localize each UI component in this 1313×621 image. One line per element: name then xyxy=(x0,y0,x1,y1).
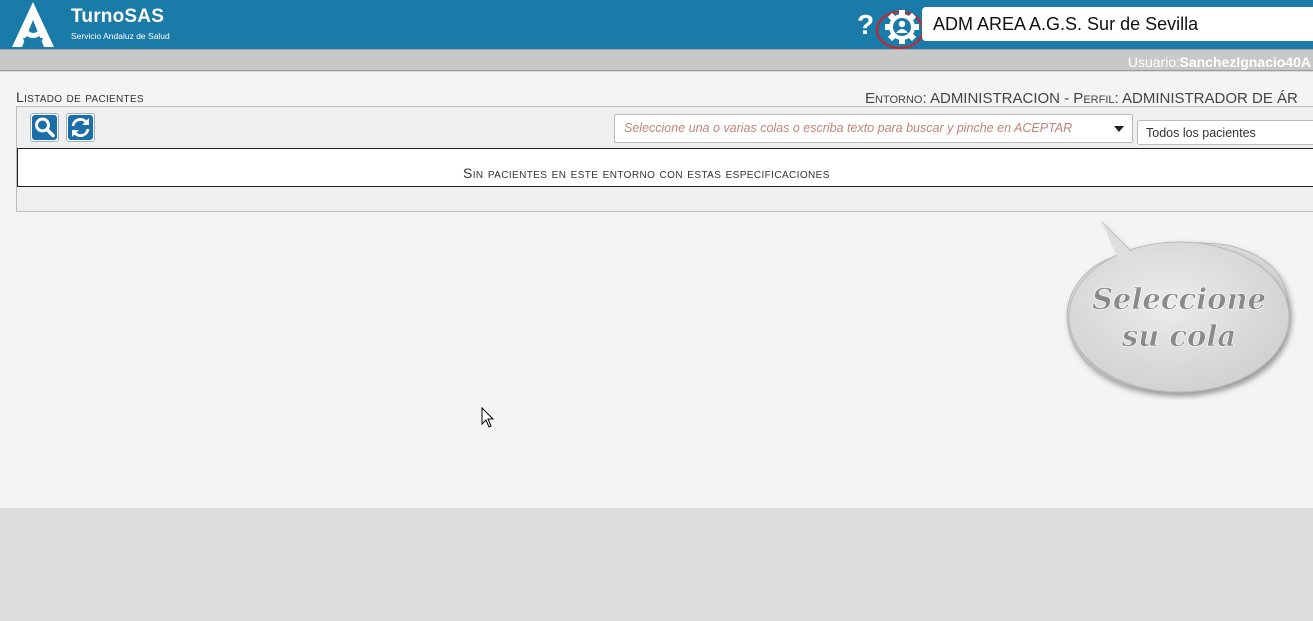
app-header: TurnoSAS Servicio Andaluz de Salud ? ADM… xyxy=(0,0,1313,49)
empty-table-message: Sin pacientes en este entorno con estas … xyxy=(463,165,830,181)
tooltip-line-1: Seleccione xyxy=(1092,282,1266,316)
refresh-icon xyxy=(68,115,93,140)
tooltip-line-2: su cola xyxy=(1121,319,1236,353)
chevron-down-icon xyxy=(1114,126,1124,132)
search-icon xyxy=(32,115,57,140)
app-title: TurnoSAS xyxy=(71,6,165,27)
patient-filter-select[interactable]: Todos los pacientes xyxy=(1137,120,1313,145)
user-label: Usuario: xyxy=(1127,54,1180,70)
user-settings-icon xyxy=(876,10,924,49)
app-subtitle: Servicio Andaluz de Salud xyxy=(71,31,170,41)
select-queue-tooltip: Seleccione su cola xyxy=(1066,221,1290,393)
refresh-button[interactable] xyxy=(66,113,95,142)
help-icon[interactable]: ? xyxy=(857,10,874,40)
mouse-cursor-icon xyxy=(481,407,495,428)
page-title: Listado de pacientes xyxy=(16,89,144,105)
user-settings-button[interactable] xyxy=(874,8,924,50)
queue-select-placeholder: Seleccione una o varias colas o escriba … xyxy=(624,121,1073,135)
username: SanchezIgnacio40A xyxy=(1179,54,1312,70)
queue-select[interactable]: Seleccione una o varias colas o escriba … xyxy=(614,114,1133,143)
patient-list-panel: Seleccione una o varias colas o escriba … xyxy=(16,106,1313,212)
main-content: Listado de pacientes Entorno: ADMINISTRA… xyxy=(0,72,1313,508)
area-selector[interactable]: ADM AREA A.G.S. Sur de Sevilla xyxy=(922,7,1313,41)
user-bar: Usuario: SanchezIgnacio40A xyxy=(0,49,1313,71)
search-button[interactable] xyxy=(30,113,59,142)
patient-table: Sin pacientes en este entorno con estas … xyxy=(17,148,1313,187)
junta-logo-icon xyxy=(12,2,54,47)
environment-profile-label: Entorno: ADMINISTRACION - Perfil: ADMINI… xyxy=(865,90,1298,107)
